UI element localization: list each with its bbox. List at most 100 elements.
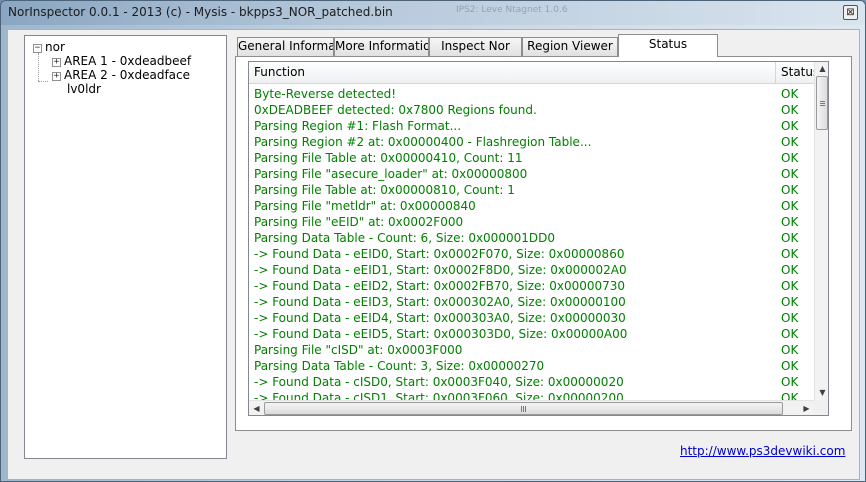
tab-general-information[interactable]: General Information xyxy=(237,37,334,56)
function-cell: Byte-Reverse detected! xyxy=(254,87,397,101)
table-row[interactable]: -> Found Data - eEID2, Start: 0x0002FB70… xyxy=(249,278,814,294)
column-header-function[interactable]: Function xyxy=(249,62,776,84)
scrollbar-corner xyxy=(814,400,828,415)
function-cell: Parsing File "cISD" at: 0x0003F000 xyxy=(254,343,463,357)
expand-icon[interactable]: + xyxy=(52,58,61,67)
status-cell: OK xyxy=(781,327,799,341)
scroll-left-icon[interactable]: ◀ xyxy=(249,402,264,415)
tree-node-label: AREA 1 - 0xdeadbeef xyxy=(64,54,192,68)
grip-line xyxy=(523,406,524,412)
grip-line xyxy=(820,103,825,104)
status-cell: OK xyxy=(781,263,799,277)
status-cell: OK xyxy=(781,87,799,101)
status-cell: OK xyxy=(781,119,799,133)
function-cell: -> Found Data - eEID5, Start: 0x000303D0… xyxy=(254,327,628,341)
scroll-right-icon[interactable]: ▶ xyxy=(799,402,814,415)
table-row[interactable]: 0xDEADBEEF detected: 0x7800 Regions foun… xyxy=(249,102,814,118)
tree-node-label: lv0ldr xyxy=(67,82,101,96)
scroll-up-icon[interactable]: ▲ xyxy=(815,62,828,76)
function-cell: Parsing Data Table - Count: 6, Size: 0x0… xyxy=(254,231,555,245)
function-cell: Parsing Region #2 at: 0x00000400 - Flash… xyxy=(254,135,592,149)
tree-connector xyxy=(38,81,48,82)
status-cell: OK xyxy=(781,103,799,117)
app-window: NorInspector 0.0.1 - 2013 (c) - Mysis - … xyxy=(0,0,866,482)
horizontal-scroll-thumb[interactable] xyxy=(264,402,783,415)
status-cell: OK xyxy=(781,183,799,197)
status-cell: OK xyxy=(781,231,799,245)
status-cell: OK xyxy=(781,391,799,400)
collapse-icon[interactable]: − xyxy=(33,44,42,53)
status-tab-panel: Function Status Byte-Reverse detected! OK… xyxy=(235,56,852,431)
status-list-view[interactable]: Function Status Byte-Reverse detected! OK… xyxy=(248,61,829,416)
scroll-down-icon[interactable]: ▼ xyxy=(815,386,828,400)
grip-line xyxy=(820,105,825,106)
tab-more-information[interactable]: More Information xyxy=(334,37,429,56)
status-cell: OK xyxy=(781,311,799,325)
table-row[interactable]: -> Found Data - eEID4, Start: 0x000303A0… xyxy=(249,310,814,326)
function-cell: -> Found Data - eEID1, Start: 0x0002F8D0… xyxy=(254,263,627,277)
function-cell: -> Found Data - eEID4, Start: 0x000303A0… xyxy=(254,311,626,325)
tree-node-label: AREA 2 - 0xdeadface xyxy=(64,68,191,82)
function-cell: Parsing File Table at: 0x00000410, Count… xyxy=(254,151,523,165)
function-cell: 0xDEADBEEF detected: 0x7800 Regions foun… xyxy=(254,103,537,117)
tree-node-label: nor xyxy=(45,40,65,54)
column-header-status[interactable]: Status xyxy=(776,62,814,84)
status-cell: OK xyxy=(781,295,799,309)
table-row[interactable]: Parsing Region #2 at: 0x00000400 - Flash… xyxy=(249,134,814,150)
table-row[interactable]: Parsing Data Table - Count: 6, Size: 0x0… xyxy=(249,230,814,246)
table-row[interactable]: -> Found Data - eEID0, Start: 0x0002F070… xyxy=(249,246,814,262)
vertical-scrollbar[interactable]: ▲ ▼ xyxy=(814,62,828,400)
table-row[interactable]: Parsing File Table at: 0x00000810, Count… xyxy=(249,182,814,198)
table-row[interactable]: Parsing File "eEID" at: 0x0002F000 OK xyxy=(249,214,814,230)
table-row[interactable]: Parsing Region #1: Flash Format... OK xyxy=(249,118,814,134)
tree-node-area-1[interactable]: + AREA 1 - 0xdeadbeef xyxy=(52,54,191,68)
function-cell: -> Found Data - eEID0, Start: 0x0002F070… xyxy=(254,247,625,261)
function-cell: -> Found Data - cISD1, Start: 0x0003F060… xyxy=(254,391,624,400)
table-row[interactable]: Parsing File "asecure_loader" at: 0x0000… xyxy=(249,166,814,182)
table-row[interactable]: -> Found Data - eEID1, Start: 0x0002F8D0… xyxy=(249,262,814,278)
function-cell: Parsing File "metldr" at: 0x00000840 xyxy=(254,199,476,213)
window-title: NorInspector 0.0.1 - 2013 (c) - Mysis - … xyxy=(8,5,393,19)
status-cell: OK xyxy=(781,199,799,213)
table-row[interactable]: -> Found Data - eEID3, Start: 0x000302A0… xyxy=(249,294,814,310)
table-row[interactable]: Byte-Reverse detected! OK xyxy=(249,86,814,102)
table-row[interactable]: Parsing Data Table - Count: 3, Size: 0x0… xyxy=(249,358,814,374)
close-button[interactable]: ⊠ xyxy=(843,5,858,20)
status-cell: OK xyxy=(781,279,799,293)
function-cell: Parsing File "eEID" at: 0x0002F000 xyxy=(254,215,464,229)
table-row[interactable]: -> Found Data - eEID5, Start: 0x000303D0… xyxy=(249,326,814,342)
status-cell: OK xyxy=(781,359,799,373)
status-cell: OK xyxy=(781,167,799,181)
list-header: Function Status xyxy=(249,62,814,84)
title-bar[interactable]: NorInspector 0.0.1 - 2013 (c) - Mysis - … xyxy=(1,1,865,25)
function-cell: Parsing Region #1: Flash Format... xyxy=(254,119,462,133)
function-cell: Parsing File "asecure_loader" at: 0x0000… xyxy=(254,167,528,181)
tree-connector xyxy=(38,53,39,81)
table-row[interactable]: -> Found Data - cISD1, Start: 0x0003F060… xyxy=(249,390,814,400)
table-row[interactable]: Parsing File "metldr" at: 0x00000840 OK xyxy=(249,198,814,214)
ps3devwiki-link[interactable]: http://www.ps3devwiki.com xyxy=(680,444,845,458)
function-cell: Parsing File Table at: 0x00000810, Count… xyxy=(254,183,515,197)
table-row[interactable]: Parsing File "cISD" at: 0x0003F000 OK xyxy=(249,342,814,358)
status-cell: OK xyxy=(781,151,799,165)
function-cell: Parsing Data Table - Count: 3, Size: 0x0… xyxy=(254,359,545,373)
tab-region-viewer[interactable]: Region Viewer xyxy=(522,37,618,56)
status-cell: OK xyxy=(781,247,799,261)
table-row[interactable]: Parsing File Table at: 0x00000410, Count… xyxy=(249,150,814,166)
tree-node-lv0ldr[interactable]: lv0ldr xyxy=(67,82,101,96)
table-row[interactable]: -> Found Data - cISD0, Start: 0x0003F040… xyxy=(249,374,814,390)
nor-tree-view[interactable]: − nor + AREA 1 - 0xdeadbeef + AREA 2 - 0xde… xyxy=(24,35,227,459)
expand-icon[interactable]: + xyxy=(52,72,61,81)
grip-line xyxy=(525,406,526,412)
list-rows: Byte-Reverse detected! OK 0xDEADBEEF detec… xyxy=(249,86,814,400)
grip-line xyxy=(521,406,522,412)
horizontal-scrollbar[interactable]: ◀ ▶ xyxy=(249,400,814,415)
status-cell: OK xyxy=(781,135,799,149)
grip-line xyxy=(820,101,825,102)
vertical-scroll-thumb[interactable] xyxy=(816,76,828,130)
tab-status[interactable]: Status xyxy=(618,34,718,57)
tree-node-nor[interactable]: − nor xyxy=(33,40,65,54)
function-cell: -> Found Data - eEID2, Start: 0x0002FB70… xyxy=(254,279,626,293)
tree-node-area-2[interactable]: + AREA 2 - 0xdeadface xyxy=(52,68,190,82)
tab-inspect-nor[interactable]: Inspect Nor xyxy=(429,37,522,56)
